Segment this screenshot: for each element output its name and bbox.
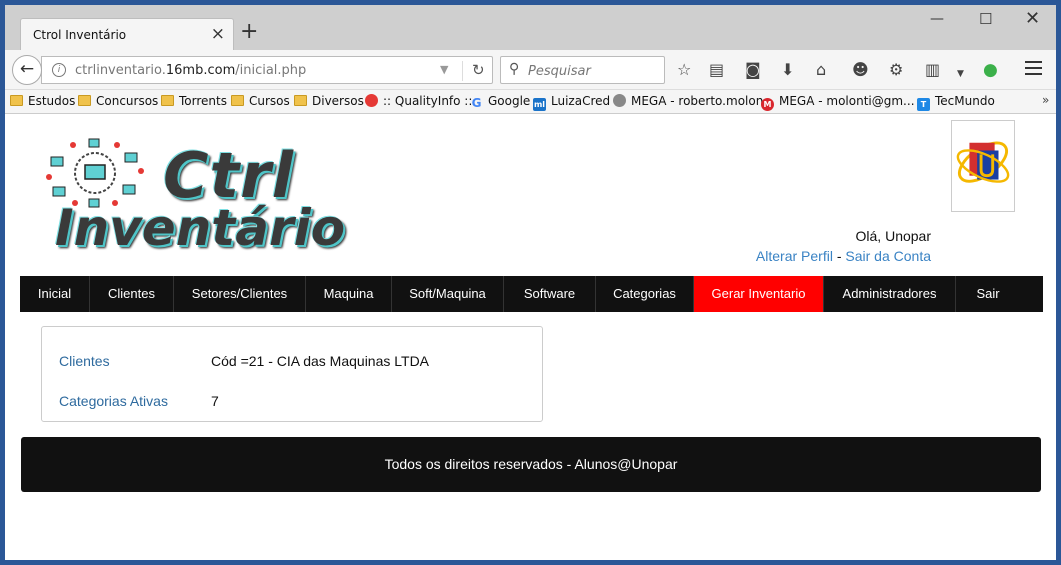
unopar-emblem-icon [956, 141, 1010, 183]
reading-list-icon[interactable]: ▤ [709, 62, 724, 78]
home-icon[interactable]: ⌂ [816, 62, 826, 78]
menu-item-inicial[interactable]: Inicial [20, 276, 90, 312]
new-tab-icon[interactable]: + [240, 21, 258, 43]
tab-close-icon[interactable]: × [211, 24, 225, 44]
page-content: Ctrl Inventário Olá, Unopar Alterar Perf… [5, 115, 1056, 560]
url-separator [462, 61, 463, 81]
url-dropdown-icon[interactable]: ▼ [440, 63, 448, 76]
back-button[interactable]: ← [12, 55, 42, 85]
chat-icon[interactable]: ☻ [852, 62, 869, 78]
tab-title: Ctrol Inventário [33, 28, 127, 42]
folder-icon [231, 95, 244, 106]
logout-link[interactable]: Sair da Conta [845, 248, 931, 264]
menu-item-setores-clientes[interactable]: Setores/Clientes [174, 276, 306, 312]
folder-icon [10, 95, 23, 106]
menu-item-maquina[interactable]: Maquina [306, 276, 392, 312]
footer-text: Todos os direitos reservados - Alunos@Un… [384, 456, 678, 472]
bookmarks-bar: Estudos Concursos Torrents Cursos Divers… [5, 90, 1056, 114]
folder-icon [78, 95, 91, 106]
minimize-icon[interactable]: — [930, 11, 944, 27]
globe-icon [613, 94, 626, 107]
unopar-logo [951, 120, 1015, 212]
folder-icon [294, 95, 307, 106]
url-bar[interactable]: i ctrlinventario.16mb.com/inicial.php ▼ … [41, 56, 493, 84]
bookmark-qualityinfo[interactable]: :: QualityInfo :: [365, 94, 472, 108]
qualityinfo-icon [365, 94, 378, 107]
bookmark-mega-molonti[interactable]: M MEGA - molonti@gm... [761, 94, 915, 111]
clients-value: Cód =21 - CIA das Maquinas LTDA [211, 353, 430, 369]
bookmarks-overflow-icon[interactable]: » [1042, 93, 1049, 107]
search-input[interactable]: ⚲ Pesquisar [500, 56, 665, 84]
bookmark-google[interactable]: G Google [470, 94, 531, 110]
navigation-toolbar: i ctrlinventario.16mb.com/inicial.php ▼ … [5, 50, 1056, 90]
menu-item-clientes[interactable]: Clientes [90, 276, 174, 312]
main-menu: Inicial Clientes Setores/Clientes Maquin… [20, 276, 1043, 312]
bookmark-concursos[interactable]: Concursos [78, 94, 158, 108]
menu-item-software[interactable]: Software [504, 276, 596, 312]
menu-item-sair[interactable]: Sair [956, 276, 1020, 312]
bookmark-diversos[interactable]: Diversos [294, 94, 364, 108]
title-bar: Ctrol Inventário × + — ☐ ✕ [5, 5, 1056, 50]
page-footer: Todos os direitos reservados - Alunos@Un… [21, 437, 1041, 492]
menu-item-gerar-inventario[interactable]: Gerar Inventario [694, 276, 824, 312]
tecmundo-icon: T [917, 98, 930, 111]
close-window-icon[interactable]: ✕ [1025, 8, 1040, 29]
browser-tab[interactable]: Ctrol Inventário × [20, 18, 234, 50]
reload-icon[interactable]: ↻ [472, 61, 485, 79]
account-links: Alterar Perfil - Sair da Conta [756, 248, 931, 264]
clipboard-icon[interactable]: ▥ [925, 62, 940, 78]
menu-icon[interactable] [1025, 61, 1042, 79]
search-icon: ⚲ [509, 61, 520, 77]
active-categories-value: 7 [211, 393, 219, 409]
luizacred-icon: ml [533, 98, 546, 111]
download-icon[interactable]: ⬇ [781, 62, 794, 78]
site-info-icon[interactable]: i [52, 63, 66, 77]
logo-text-inventario: Inventário [55, 199, 346, 257]
extension-dropdown-icon[interactable]: ▼ [957, 66, 964, 82]
link-separator: - [832, 248, 846, 264]
menu-item-categorias[interactable]: Categorias [596, 276, 694, 312]
bookmark-cursos[interactable]: Cursos [231, 94, 290, 108]
bookmark-torrents[interactable]: Torrents [161, 94, 227, 108]
bookmark-tecmundo[interactable]: T TecMundo [917, 94, 995, 111]
pocket-icon[interactable]: ◙ [745, 62, 761, 78]
search-placeholder: Pesquisar [528, 64, 591, 79]
user-greeting: Olá, Unopar [855, 228, 931, 244]
browser-window: Ctrol Inventário × + — ☐ ✕ i ctrlinventa… [5, 5, 1056, 560]
edit-profile-link[interactable]: Alterar Perfil [756, 248, 833, 264]
bookmark-estudos[interactable]: Estudos [10, 94, 75, 108]
google-icon: G [471, 96, 482, 110]
summary-panel: Clientes Cód =21 - CIA das Maquinas LTDA… [41, 326, 543, 422]
bookmark-mega-roberto[interactable]: MEGA - roberto.molon [613, 94, 763, 108]
maximize-icon[interactable]: ☐ [979, 10, 992, 28]
mega-icon: M [761, 98, 774, 111]
active-categories-label: Categorias Ativas [59, 393, 168, 409]
bookmark-luizacred[interactable]: ml LuizaCred [533, 94, 610, 111]
hangouts-icon[interactable]: ● [983, 62, 998, 79]
extension-icon[interactable]: ⚙ [889, 62, 903, 78]
folder-icon [161, 95, 174, 106]
site-logo[interactable]: Ctrl Inventário [41, 133, 351, 263]
bookmark-star-icon[interactable]: ☆ [677, 62, 691, 78]
menu-item-soft-maquina[interactable]: Soft/Maquina [392, 276, 504, 312]
url-text[interactable]: ctrlinventario.16mb.com/inicial.php [75, 63, 306, 78]
menu-item-administradores[interactable]: Administradores [824, 276, 956, 312]
clients-label: Clientes [59, 353, 110, 369]
